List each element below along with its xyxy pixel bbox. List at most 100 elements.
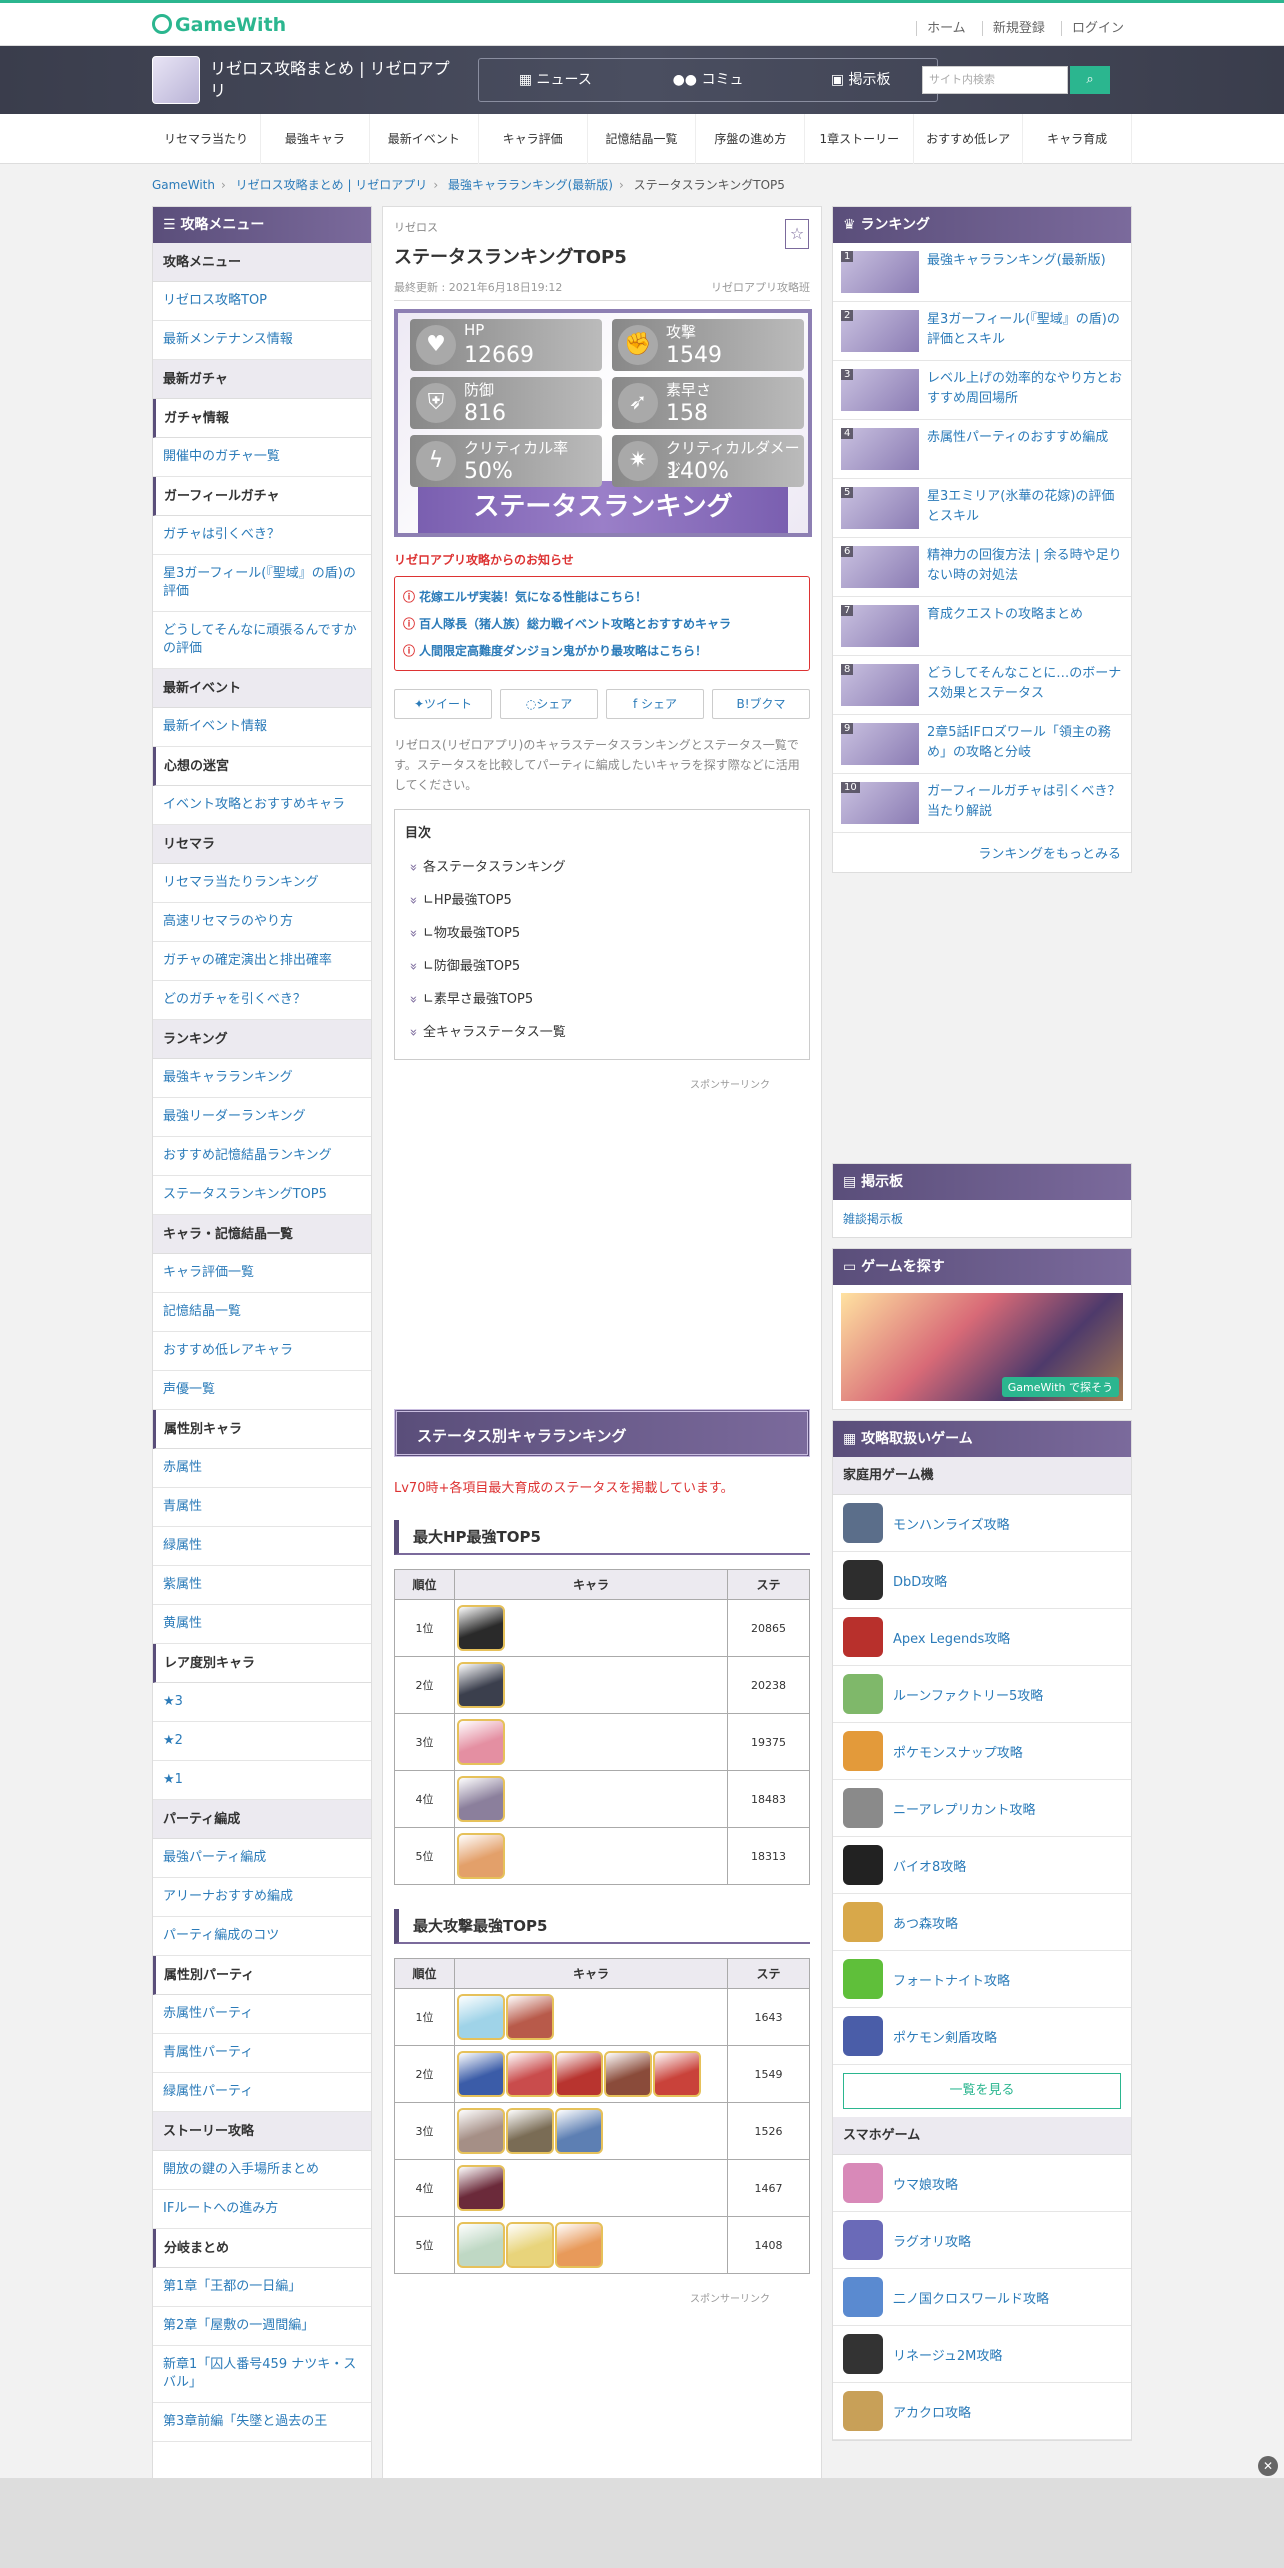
left-menu-link[interactable]: ★3 [153, 1683, 371, 1722]
game-name[interactable]: ウマ娘攻略 [893, 2174, 958, 2193]
bookmark-button[interactable]: ☆ [785, 219, 809, 249]
site-search-input[interactable]: サイト内検索 [922, 66, 1068, 94]
signup-link[interactable]: 新規登録 [981, 21, 1045, 36]
ranking-item[interactable]: 6 精神力の回復方法 | 余る時や足りない時の対処法 [833, 538, 1131, 597]
left-menu-link[interactable]: 声優一覧 [153, 1371, 371, 1410]
left-menu-link[interactable]: 開催中のガチャ一覧 [153, 438, 371, 477]
left-menu-link[interactable]: 紫属性 [153, 1566, 371, 1605]
game-item[interactable]: モンハンライズ攻略 [833, 1495, 1131, 1552]
game-item[interactable]: ウマ娘攻略 [833, 2155, 1131, 2212]
left-menu-link[interactable]: ガチャは引くべき？ [153, 516, 371, 555]
left-menu-link[interactable]: 緑属性 [153, 1527, 371, 1566]
subnav-item[interactable]: おすすめ低レア [914, 114, 1024, 164]
game-name[interactable]: あつ森攻略 [893, 1913, 958, 1932]
game-name[interactable]: ポケモン剣盾攻略 [893, 2027, 997, 2046]
game-item[interactable]: ポケモン剣盾攻略 [833, 2008, 1131, 2065]
character-avatar[interactable] [555, 2051, 603, 2097]
subnav-item[interactable]: 1章ストーリー [805, 114, 915, 164]
left-menu-link[interactable]: 記憶結晶一覧 [153, 1293, 371, 1332]
character-avatar[interactable] [506, 2108, 554, 2154]
subnav-item[interactable]: 記憶結晶一覧 [588, 114, 697, 164]
subnav-item[interactable]: リセマラ当たり [152, 114, 261, 164]
subnav-item[interactable]: キャラ評価 [479, 114, 588, 164]
ranking-more-link[interactable]: ランキングをもっとみる [833, 833, 1131, 872]
hatena-bookmark-button[interactable]: B!ブクマ [712, 689, 810, 719]
ranking-item[interactable]: 8 どうしてそんなことに…のボーナス効果とステータス [833, 656, 1131, 715]
left-menu-link[interactable]: 最強キャラランキング [153, 1059, 371, 1098]
left-menu-link[interactable]: 第3章前編「失墜と過去の王 [153, 2403, 371, 2442]
left-menu-link[interactable]: 緑属性パーティ [153, 2073, 371, 2112]
game-item[interactable]: アカクロ攻略 [833, 2383, 1131, 2440]
game-promo-banner[interactable]: GameWith で探そう [841, 1293, 1123, 1401]
breadcrumb-item[interactable]: 最強キャラランキング(最新版) [448, 178, 613, 192]
board-button[interactable]: ▣ 掲示板 [784, 59, 937, 101]
character-avatar[interactable] [457, 2165, 505, 2211]
ranking-link[interactable]: 赤属性パーティのおすすめ編成 [927, 428, 1108, 470]
ranking-link[interactable]: 2章5話IFロズワール「領主の務め」の攻略と分岐 [927, 723, 1123, 765]
toc-item[interactable]: ∟物攻最強TOP5 [405, 915, 799, 948]
game-item[interactable]: あつ森攻略 [833, 1894, 1131, 1951]
character-avatar[interactable] [457, 1719, 505, 1765]
character-avatar[interactable] [457, 2051, 505, 2097]
left-menu-link[interactable]: 第1章「王都の一日編」 [153, 2268, 371, 2307]
notice-link[interactable]: ⓘ 人間限定高難度ダンジョン鬼がかり最攻略はこちら！ [403, 637, 801, 664]
character-avatar[interactable] [604, 2051, 652, 2097]
community-button[interactable]: ●● コミュ [632, 59, 785, 101]
ranking-item[interactable]: 5 星3エミリア(氷華の花嫁)の評価とスキル [833, 479, 1131, 538]
left-menu-link[interactable]: おすすめ低レアキャラ [153, 1332, 371, 1371]
ranking-link[interactable]: 最強キャラランキング(最新版) [927, 251, 1106, 293]
toc-item[interactable]: ∟素早さ最強TOP5 [405, 981, 799, 1014]
left-menu-link[interactable]: IFルートへの進み方 [153, 2190, 371, 2229]
game-name[interactable]: ラグオリ攻略 [893, 2231, 971, 2250]
left-menu-link[interactable]: ステータスランキングTOP5 [153, 1176, 371, 1215]
chat-board-link[interactable]: 雑談掲示板 [843, 1212, 903, 1226]
left-menu-link[interactable]: 最強パーティ編成 [153, 1839, 371, 1878]
login-link[interactable]: ログイン [1060, 21, 1124, 36]
game-item[interactable]: 二ノ国クロスワールド攻略 [833, 2269, 1131, 2326]
toc-item[interactable]: ∟HP最強TOP5 [405, 882, 799, 915]
left-menu-link[interactable]: イベント攻略とおすすめキャラ [153, 786, 371, 825]
left-menu-link[interactable]: どのガチャを引くべき？ [153, 981, 371, 1020]
game-item[interactable]: ニーアレプリカント攻略 [833, 1780, 1131, 1837]
left-menu-link[interactable]: リセマラ当たりランキング [153, 864, 371, 903]
left-menu-link[interactable]: 開放の鍵の入手場所まとめ [153, 2151, 371, 2190]
subnav-item[interactable]: キャラ育成 [1023, 114, 1133, 164]
ranking-item[interactable]: 4 赤属性パーティのおすすめ編成 [833, 420, 1131, 479]
line-share-button[interactable]: ◌シェア [500, 689, 598, 719]
toc-item[interactable]: 全キャラステータス一覧 [405, 1014, 799, 1047]
game-title[interactable]: リゼロス攻略まとめ | リゼロアプリ [210, 58, 460, 102]
left-menu-link[interactable]: 黄属性 [153, 1605, 371, 1644]
left-menu-link[interactable]: パーティ編成のコツ [153, 1917, 371, 1956]
left-menu-link[interactable]: 新章1「囚人番号459 ナツキ・スバル」 [153, 2346, 371, 2403]
ranking-item[interactable]: 10 ガーフィールガチャは引くべき？当たり解説 [833, 774, 1131, 833]
search-button[interactable]: ⌕ [1070, 66, 1110, 94]
character-avatar[interactable] [457, 1776, 505, 1822]
character-avatar[interactable] [457, 2222, 505, 2268]
ranking-item[interactable]: 1 最強キャラランキング(最新版) [833, 243, 1131, 302]
left-menu-link[interactable]: ★1 [153, 1761, 371, 1800]
left-menu-link[interactable]: リゼロス攻略TOP [153, 282, 371, 321]
character-avatar[interactable] [457, 1833, 505, 1879]
character-avatar[interactable] [457, 2108, 505, 2154]
game-item[interactable]: バイオ8攻略 [833, 1837, 1131, 1894]
game-name[interactable]: 二ノ国クロスワールド攻略 [893, 2288, 1049, 2307]
subnav-item[interactable]: 最強キャラ [261, 114, 370, 164]
character-avatar[interactable] [457, 1605, 505, 1651]
game-name[interactable]: Apex Legends攻略 [893, 1628, 1010, 1647]
left-menu-link[interactable]: アリーナおすすめ編成 [153, 1878, 371, 1917]
left-menu-link[interactable]: 最新イベント情報 [153, 708, 371, 747]
toc-item[interactable]: ∟防御最強TOP5 [405, 948, 799, 981]
left-menu-link[interactable]: ガチャの確定演出と排出確率 [153, 942, 371, 981]
game-name[interactable]: ルーンファクトリー5攻略 [893, 1685, 1043, 1704]
game-name[interactable]: モンハンライズ攻略 [893, 1514, 1010, 1533]
left-menu-link[interactable]: 赤属性 [153, 1449, 371, 1488]
facebook-share-button[interactable]: f シェア [606, 689, 704, 719]
left-menu-link[interactable]: キャラ評価一覧 [153, 1254, 371, 1293]
tweet-button[interactable]: ✦ツイート [394, 689, 492, 719]
left-menu-link[interactable]: どうしてそんなに頑張るんですかの評価 [153, 612, 371, 669]
ranking-link[interactable]: どうしてそんなことに…のボーナス効果とステータス [927, 664, 1123, 706]
game-name[interactable]: リネージュ2M攻略 [893, 2345, 1002, 2364]
ranking-item[interactable]: 3 レベル上げの効率的なやり方とおすすめ周回場所 [833, 361, 1131, 420]
left-menu-link[interactable]: 青属性 [153, 1488, 371, 1527]
game-item[interactable]: フォートナイト攻略 [833, 1951, 1131, 2008]
